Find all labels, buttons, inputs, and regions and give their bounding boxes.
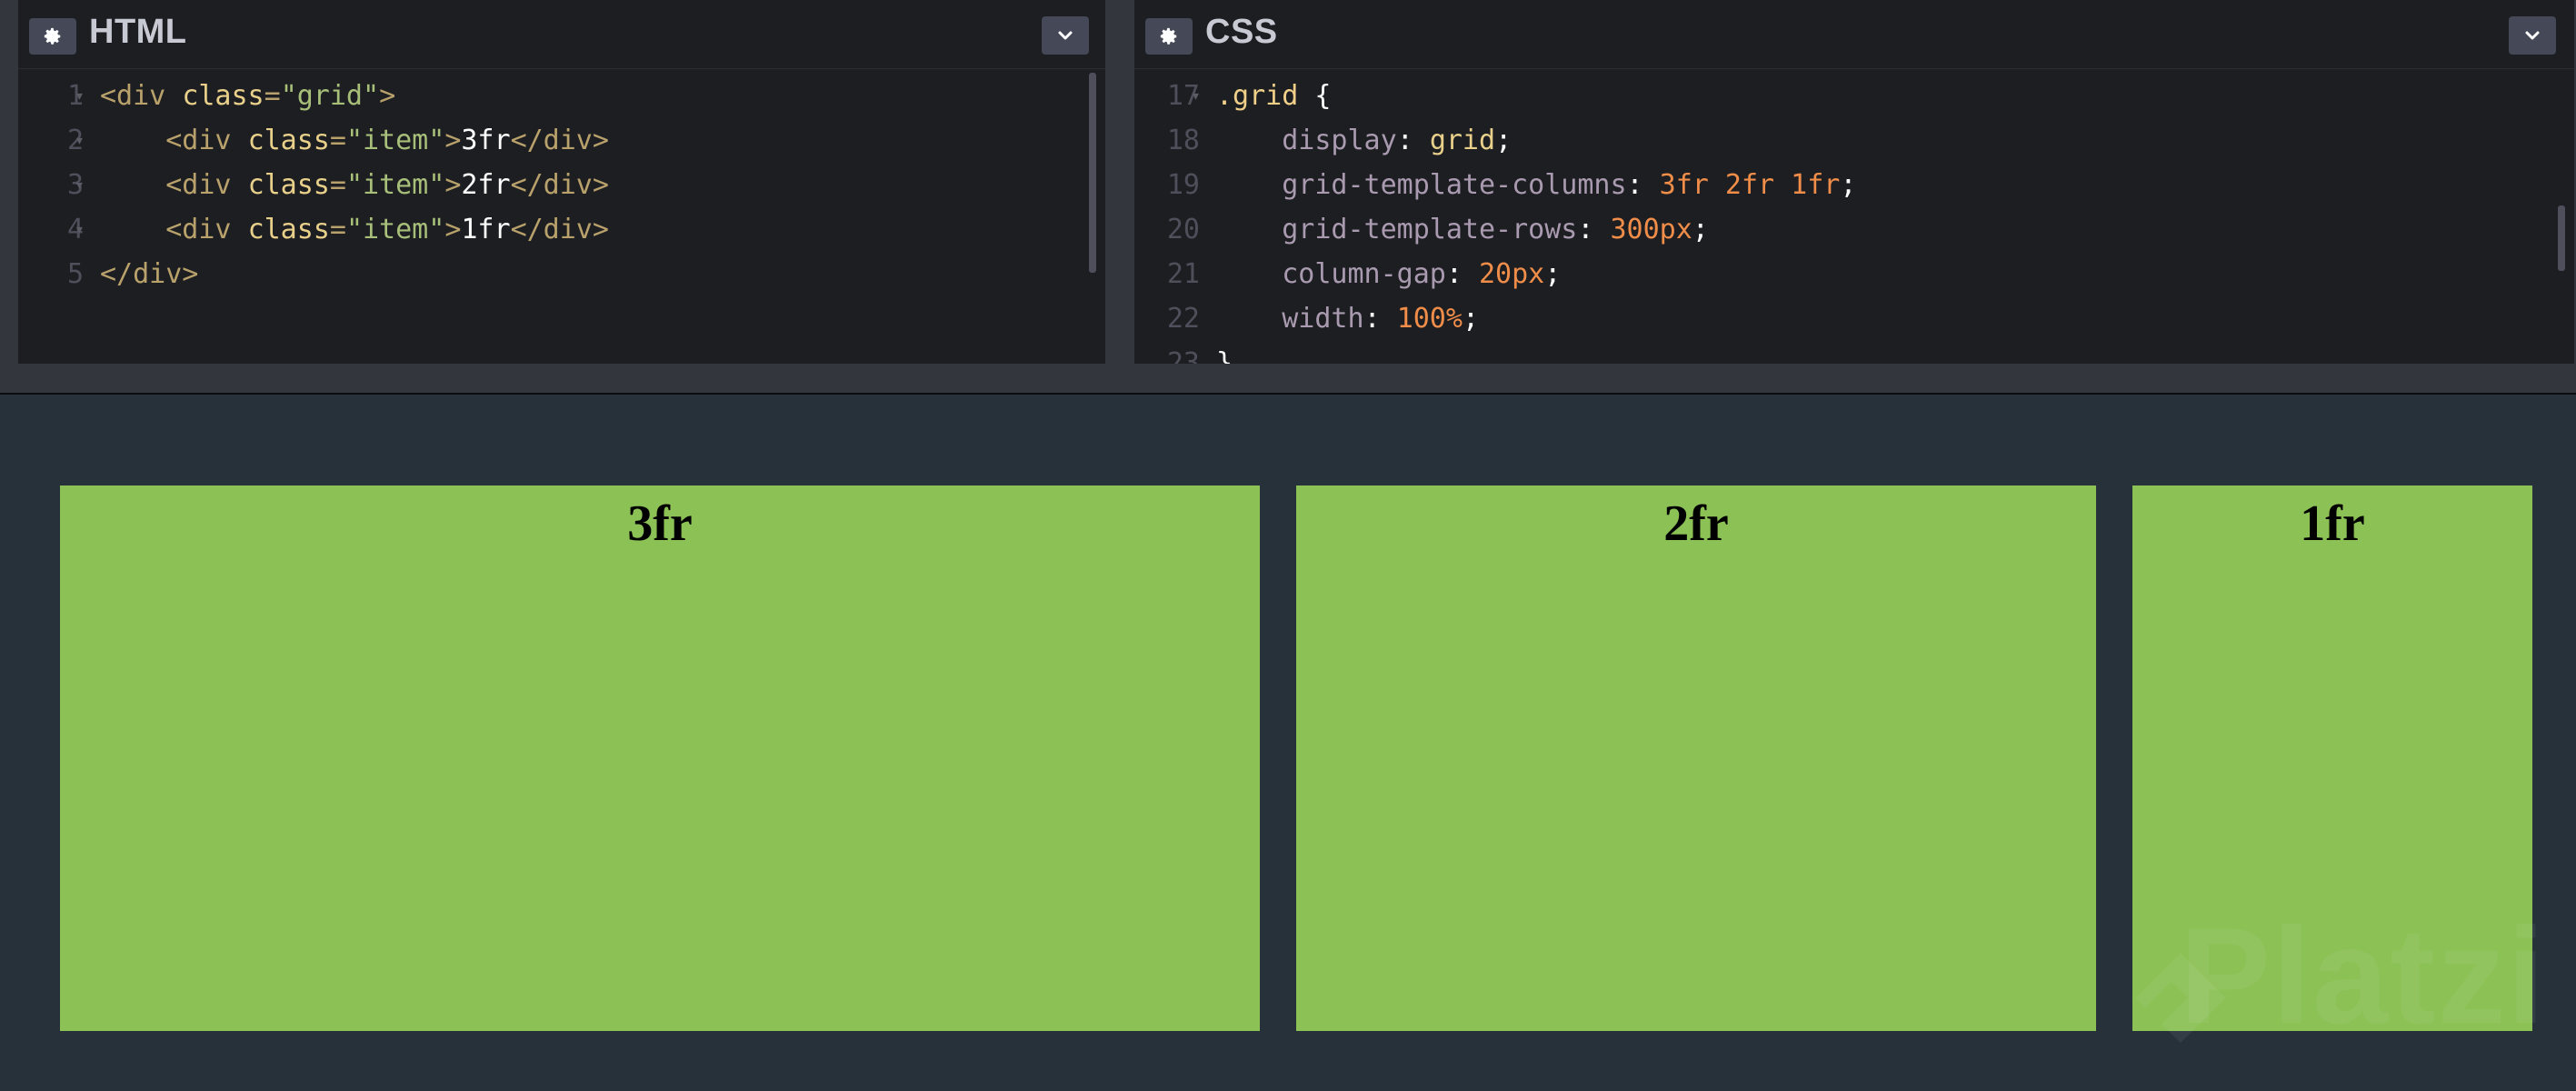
html-dropdown-button[interactable] (1042, 16, 1089, 55)
code-line[interactable]: 4 ▾ <div class="item">1fr</div> (18, 210, 1105, 250)
grid-item-label: 1fr (2300, 495, 2365, 552)
html-pane-header: HTML (18, 0, 1105, 69)
fold-arrow-icon[interactable]: ▾ (75, 210, 89, 250)
css-pane-header: CSS (1134, 0, 2574, 69)
line-number: 22 (1166, 303, 1200, 335)
html-editor-pane: HTML 1 ▾ <div class="grid"> 2 ▾ <div class="… (18, 0, 1105, 364)
code-line[interactable]: 18 display: grid; (1134, 121, 2574, 161)
css-settings-button[interactable] (1145, 18, 1193, 55)
grid-item-label: 2fr (1663, 495, 1729, 552)
css-dropdown-button[interactable] (2509, 16, 2556, 55)
code-line[interactable]: 19 grid-template-columns: 3fr 2fr 1fr; (1134, 165, 2574, 205)
resize-divider[interactable] (0, 364, 2576, 393)
code-text: grid-template-rows: 300px; (1282, 214, 1709, 245)
line-number: 21 (1166, 258, 1200, 290)
html-settings-button[interactable] (29, 18, 76, 55)
code-line[interactable]: 21 column-gap: 20px; (1134, 255, 2574, 295)
fold-arrow-icon[interactable]: ▾ (75, 76, 89, 116)
code-text: </div> (100, 258, 199, 290)
fold-arrow-icon[interactable]: ▾ (1191, 76, 1205, 116)
css-scrollbar[interactable] (2558, 205, 2565, 271)
code-text: .grid { (1216, 80, 1332, 112)
code-line[interactable]: 20 grid-template-rows: 300px; (1134, 210, 2574, 250)
code-line[interactable]: 1 ▾ <div class="grid"> (18, 76, 1105, 116)
code-text: grid-template-columns: 3fr 2fr 1fr; (1282, 169, 1857, 201)
code-text: <div class="item">1fr</div> (165, 214, 609, 245)
code-text: width: 100%; (1282, 303, 1479, 335)
chevron-down-icon (1058, 31, 1073, 40)
chevron-down-icon (2525, 31, 2540, 40)
code-line[interactable]: 5 </div> (18, 255, 1105, 295)
gear-icon (1160, 27, 1177, 45)
line-number: 18 (1166, 125, 1200, 156)
platzi-watermark: Platzi (2180, 899, 2547, 1052)
html-scrollbar[interactable] (1089, 73, 1096, 273)
code-text: <div class="item">2fr</div> (165, 169, 609, 201)
grid-item-label: 3fr (627, 495, 693, 552)
css-pane-title: CSS (1205, 13, 1278, 51)
code-line[interactable]: 3 ▾ <div class="item">2fr</div> (18, 165, 1105, 205)
code-text: column-gap: 20px; (1282, 258, 1562, 290)
editor-area: HTML 1 ▾ <div class="grid"> 2 ▾ <div class="… (0, 0, 2576, 379)
html-code-editor[interactable]: 1 ▾ <div class="grid"> 2 ▾ <div class="item"… (18, 71, 1105, 364)
line-number: 19 (1166, 169, 1200, 201)
css-code-editor[interactable]: 17 ▾ .grid {18 display: grid; 19 grid-templ… (1134, 71, 2574, 379)
fold-arrow-icon[interactable]: ▾ (75, 165, 89, 205)
code-line[interactable]: 22 width: 100%; (1134, 299, 2574, 339)
code-text: <div class="grid"> (100, 80, 396, 112)
code-line[interactable]: 2 ▾ <div class="item">3fr</div> (18, 121, 1105, 161)
code-text: display: grid; (1282, 125, 1513, 156)
gear-icon (44, 27, 61, 45)
code-text: <div class="item">3fr</div> (165, 125, 609, 156)
html-pane-title: HTML (89, 13, 187, 51)
line-number: 5 (66, 258, 84, 290)
line-number: 20 (1166, 214, 1200, 245)
grid-item-2fr: 2fr (1296, 485, 2096, 1031)
grid-item-3fr: 3fr (60, 485, 1260, 1031)
fold-arrow-icon[interactable]: ▾ (75, 121, 89, 161)
css-editor-pane: CSS 17 ▾ .grid {18 display: grid; 19 grid-t… (1134, 0, 2574, 379)
code-line[interactable]: 17 ▾ .grid { (1134, 76, 2574, 116)
